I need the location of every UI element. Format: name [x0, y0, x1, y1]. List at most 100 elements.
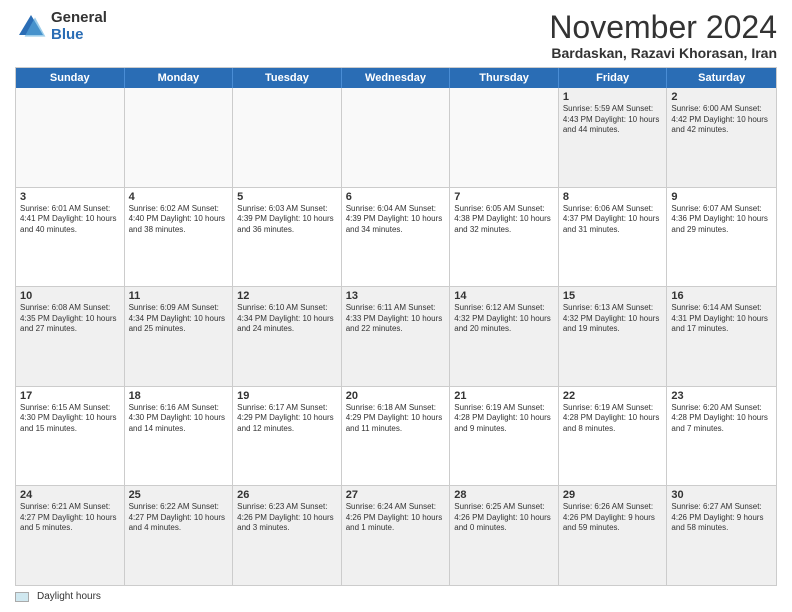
table-row: 21Sunrise: 6:19 AM Sunset: 4:28 PM Dayli… — [450, 387, 559, 486]
table-row: 20Sunrise: 6:18 AM Sunset: 4:29 PM Dayli… — [342, 387, 451, 486]
day-info: Sunrise: 6:26 AM Sunset: 4:26 PM Dayligh… — [563, 502, 663, 533]
day-number: 29 — [563, 489, 663, 501]
day-number: 24 — [20, 489, 120, 501]
header-saturday: Saturday — [667, 68, 776, 88]
table-row: 26Sunrise: 6:23 AM Sunset: 4:26 PM Dayli… — [233, 486, 342, 585]
title-block: November 2024 Bardaskan, Razavi Khorasan… — [549, 10, 777, 61]
day-number: 6 — [346, 191, 446, 203]
table-row: 11Sunrise: 6:09 AM Sunset: 4:34 PM Dayli… — [125, 287, 234, 386]
table-row: 24Sunrise: 6:21 AM Sunset: 4:27 PM Dayli… — [16, 486, 125, 585]
table-row: 23Sunrise: 6:20 AM Sunset: 4:28 PM Dayli… — [667, 387, 776, 486]
day-info: Sunrise: 6:25 AM Sunset: 4:26 PM Dayligh… — [454, 502, 554, 533]
table-row: 6Sunrise: 6:04 AM Sunset: 4:39 PM Daylig… — [342, 188, 451, 287]
table-row: 12Sunrise: 6:10 AM Sunset: 4:34 PM Dayli… — [233, 287, 342, 386]
day-number: 16 — [671, 290, 772, 302]
day-info: Sunrise: 6:19 AM Sunset: 4:28 PM Dayligh… — [563, 403, 663, 434]
day-info: Sunrise: 6:27 AM Sunset: 4:26 PM Dayligh… — [671, 502, 772, 533]
table-row: 4Sunrise: 6:02 AM Sunset: 4:40 PM Daylig… — [125, 188, 234, 287]
table-row: 1Sunrise: 5:59 AM Sunset: 4:43 PM Daylig… — [559, 88, 668, 187]
day-info: Sunrise: 6:12 AM Sunset: 4:32 PM Dayligh… — [454, 303, 554, 334]
table-row: 18Sunrise: 6:16 AM Sunset: 4:30 PM Dayli… — [125, 387, 234, 486]
table-row: 25Sunrise: 6:22 AM Sunset: 4:27 PM Dayli… — [125, 486, 234, 585]
day-number: 15 — [563, 290, 663, 302]
calendar-header: Sunday Monday Tuesday Wednesday Thursday… — [16, 68, 776, 88]
logo: General Blue — [15, 10, 107, 43]
table-row: 5Sunrise: 6:03 AM Sunset: 4:39 PM Daylig… — [233, 188, 342, 287]
table-row: 17Sunrise: 6:15 AM Sunset: 4:30 PM Dayli… — [16, 387, 125, 486]
legend-label: Daylight hours — [37, 591, 101, 602]
day-number: 1 — [563, 91, 663, 103]
table-row: 15Sunrise: 6:13 AM Sunset: 4:32 PM Dayli… — [559, 287, 668, 386]
day-number: 30 — [671, 489, 772, 501]
footer: Daylight hours — [15, 591, 777, 602]
day-info: Sunrise: 5:59 AM Sunset: 4:43 PM Dayligh… — [563, 104, 663, 135]
day-info: Sunrise: 6:13 AM Sunset: 4:32 PM Dayligh… — [563, 303, 663, 334]
day-number: 10 — [20, 290, 120, 302]
day-number: 13 — [346, 290, 446, 302]
month-title: November 2024 — [549, 10, 777, 45]
day-number: 2 — [671, 91, 772, 103]
header-wednesday: Wednesday — [342, 68, 451, 88]
calendar: Sunday Monday Tuesday Wednesday Thursday… — [15, 67, 777, 586]
day-number: 21 — [454, 390, 554, 402]
logo-text: General Blue — [51, 10, 107, 43]
day-number: 27 — [346, 489, 446, 501]
location-subtitle: Bardaskan, Razavi Khorasan, Iran — [549, 45, 777, 61]
calendar-body: 1Sunrise: 5:59 AM Sunset: 4:43 PM Daylig… — [16, 88, 776, 585]
table-row: 16Sunrise: 6:14 AM Sunset: 4:31 PM Dayli… — [667, 287, 776, 386]
day-number: 9 — [671, 191, 772, 203]
table-row: 7Sunrise: 6:05 AM Sunset: 4:38 PM Daylig… — [450, 188, 559, 287]
day-number: 19 — [237, 390, 337, 402]
table-row: 8Sunrise: 6:06 AM Sunset: 4:37 PM Daylig… — [559, 188, 668, 287]
day-number: 25 — [129, 489, 229, 501]
day-info: Sunrise: 6:15 AM Sunset: 4:30 PM Dayligh… — [20, 403, 120, 434]
day-number: 18 — [129, 390, 229, 402]
day-info: Sunrise: 6:14 AM Sunset: 4:31 PM Dayligh… — [671, 303, 772, 334]
day-info: Sunrise: 6:24 AM Sunset: 4:26 PM Dayligh… — [346, 502, 446, 533]
calendar-row: 17Sunrise: 6:15 AM Sunset: 4:30 PM Dayli… — [16, 386, 776, 486]
day-number: 7 — [454, 191, 554, 203]
logo-icon — [15, 11, 47, 43]
header-tuesday: Tuesday — [233, 68, 342, 88]
day-number: 20 — [346, 390, 446, 402]
day-number: 14 — [454, 290, 554, 302]
header-thursday: Thursday — [450, 68, 559, 88]
table-row: 28Sunrise: 6:25 AM Sunset: 4:26 PM Dayli… — [450, 486, 559, 585]
table-row: 27Sunrise: 6:24 AM Sunset: 4:26 PM Dayli… — [342, 486, 451, 585]
day-number: 26 — [237, 489, 337, 501]
day-info: Sunrise: 6:07 AM Sunset: 4:36 PM Dayligh… — [671, 204, 772, 235]
page: General Blue November 2024 Bardaskan, Ra… — [0, 0, 792, 612]
table-row: 19Sunrise: 6:17 AM Sunset: 4:29 PM Dayli… — [233, 387, 342, 486]
table-row — [450, 88, 559, 187]
table-row: 29Sunrise: 6:26 AM Sunset: 4:26 PM Dayli… — [559, 486, 668, 585]
day-info: Sunrise: 6:18 AM Sunset: 4:29 PM Dayligh… — [346, 403, 446, 434]
legend-box — [15, 592, 29, 602]
table-row — [125, 88, 234, 187]
logo-general-label: General — [51, 10, 107, 27]
day-info: Sunrise: 6:00 AM Sunset: 4:42 PM Dayligh… — [671, 104, 772, 135]
day-info: Sunrise: 6:10 AM Sunset: 4:34 PM Dayligh… — [237, 303, 337, 334]
day-info: Sunrise: 6:23 AM Sunset: 4:26 PM Dayligh… — [237, 502, 337, 533]
header: General Blue November 2024 Bardaskan, Ra… — [15, 10, 777, 61]
day-number: 12 — [237, 290, 337, 302]
day-number: 8 — [563, 191, 663, 203]
table-row: 22Sunrise: 6:19 AM Sunset: 4:28 PM Dayli… — [559, 387, 668, 486]
table-row: 10Sunrise: 6:08 AM Sunset: 4:35 PM Dayli… — [16, 287, 125, 386]
logo-blue-label: Blue — [51, 27, 107, 44]
day-number: 11 — [129, 290, 229, 302]
table-row: 30Sunrise: 6:27 AM Sunset: 4:26 PM Dayli… — [667, 486, 776, 585]
table-row — [233, 88, 342, 187]
table-row: 9Sunrise: 6:07 AM Sunset: 4:36 PM Daylig… — [667, 188, 776, 287]
day-number: 22 — [563, 390, 663, 402]
table-row — [16, 88, 125, 187]
table-row: 3Sunrise: 6:01 AM Sunset: 4:41 PM Daylig… — [16, 188, 125, 287]
day-info: Sunrise: 6:20 AM Sunset: 4:28 PM Dayligh… — [671, 403, 772, 434]
day-number: 23 — [671, 390, 772, 402]
day-number: 17 — [20, 390, 120, 402]
day-info: Sunrise: 6:08 AM Sunset: 4:35 PM Dayligh… — [20, 303, 120, 334]
header-friday: Friday — [559, 68, 668, 88]
day-number: 4 — [129, 191, 229, 203]
day-info: Sunrise: 6:03 AM Sunset: 4:39 PM Dayligh… — [237, 204, 337, 235]
table-row: 14Sunrise: 6:12 AM Sunset: 4:32 PM Dayli… — [450, 287, 559, 386]
day-info: Sunrise: 6:06 AM Sunset: 4:37 PM Dayligh… — [563, 204, 663, 235]
